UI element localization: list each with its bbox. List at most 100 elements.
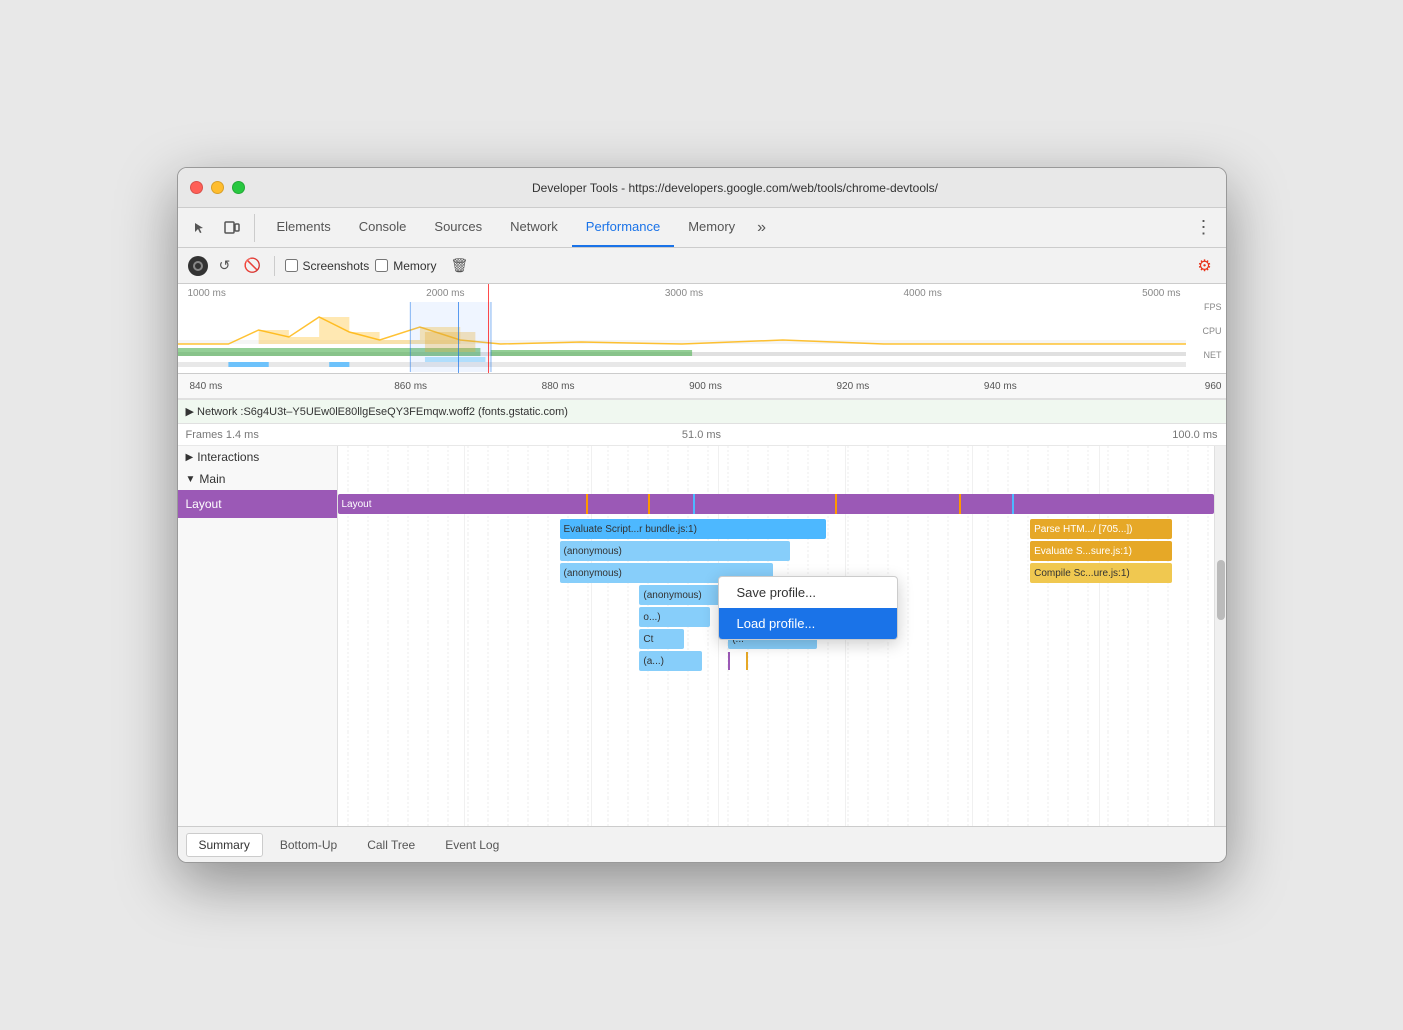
scrollbar-thumb[interactable] bbox=[1217, 560, 1225, 620]
ms-mark-960: 960 bbox=[1074, 381, 1225, 392]
screenshots-checkbox[interactable] bbox=[285, 259, 298, 272]
ms-mark-900: 900 ms bbox=[632, 381, 779, 392]
timeline-top-ruler: 1000 ms 2000 ms 3000 ms 4000 ms 5000 ms bbox=[188, 284, 1181, 302]
record-button[interactable] bbox=[188, 256, 208, 276]
frames-center: 51.0 ms bbox=[444, 429, 960, 441]
layout-tick-6 bbox=[1012, 494, 1014, 514]
cursor-icon[interactable] bbox=[186, 214, 214, 242]
main-label: Main bbox=[199, 472, 225, 486]
flame-row-7: (a...) bbox=[338, 650, 1226, 672]
fps-label: FPS bbox=[1188, 302, 1222, 312]
tab-event-log[interactable]: Event Log bbox=[432, 833, 512, 857]
interactions-spacer bbox=[338, 446, 1226, 468]
network-row-text: ▶ Network :S6g4U3t–Y5UEw0lE80llgEseQY3FE… bbox=[186, 405, 568, 418]
ruler-mark-1: 1000 ms bbox=[188, 288, 226, 299]
timeline-overview[interactable]: 1000 ms 2000 ms 3000 ms 4000 ms 5000 ms … bbox=[178, 284, 1226, 374]
tab-performance[interactable]: Performance bbox=[572, 208, 674, 247]
load-profile-item[interactable]: Load profile... bbox=[719, 608, 897, 639]
tab-icon-group bbox=[186, 214, 255, 242]
interactions-label: Interactions bbox=[197, 450, 259, 464]
layout-label: Layout bbox=[186, 497, 222, 511]
ruler-mark-2: 2000 ms bbox=[426, 288, 464, 299]
blue-marker-line bbox=[458, 302, 459, 373]
interactions-row[interactable]: ▶ Interactions bbox=[178, 446, 337, 468]
titlebar: Developer Tools - https://developers.goo… bbox=[178, 168, 1226, 208]
fullscreen-button[interactable] bbox=[232, 181, 245, 194]
o-block[interactable]: o...) bbox=[639, 607, 710, 627]
tab-network[interactable]: Network bbox=[496, 208, 572, 247]
evaluate-script-block[interactable]: Evaluate Script...r bundle.js:1) bbox=[560, 519, 826, 539]
cpu-label: CPU bbox=[1188, 326, 1222, 336]
main-scrollbar[interactable] bbox=[1214, 446, 1226, 826]
tab-sources[interactable]: Sources bbox=[420, 208, 496, 247]
tab-console[interactable]: Console bbox=[345, 208, 421, 247]
close-button[interactable] bbox=[190, 181, 203, 194]
ms-mark-860: 860 ms bbox=[337, 381, 484, 392]
memory-checkbox-label[interactable]: Memory bbox=[375, 259, 436, 273]
tab-memory[interactable]: Memory bbox=[674, 208, 749, 247]
ms-mark-880: 880 ms bbox=[484, 381, 631, 392]
clear-button[interactable]: 🗑 bbox=[451, 257, 469, 274]
performance-controls: ↺ 🚫 Screenshots Memory 🗑 ⚙ bbox=[178, 248, 1226, 284]
layout-block[interactable]: Layout bbox=[338, 494, 1214, 514]
screenshots-label: Screenshots bbox=[303, 259, 370, 273]
tab-bottom-up[interactable]: Bottom-Up bbox=[267, 833, 350, 857]
bottom-tabs: Summary Bottom-Up Call Tree Event Log bbox=[178, 826, 1226, 862]
reload-record-button[interactable]: ↺ bbox=[214, 255, 236, 277]
minimap-chart bbox=[178, 302, 1186, 372]
ruler-mark-3: 3000 ms bbox=[665, 288, 703, 299]
timeline-main: Layout Evaluate Script...r bundle.js:1) … bbox=[338, 446, 1226, 826]
frames-right: 100.0 ms bbox=[960, 429, 1218, 441]
ruler-mark-5: 5000 ms bbox=[1142, 288, 1180, 299]
screenshots-checkbox-label[interactable]: Screenshots bbox=[285, 259, 370, 273]
tabs-more-button[interactable]: » bbox=[749, 219, 774, 237]
frames-left: Frames 1.4 ms bbox=[186, 429, 444, 441]
compile-sc-block[interactable]: Compile Sc...ure.js:1) bbox=[1030, 563, 1172, 583]
save-profile-item[interactable]: Save profile... bbox=[719, 577, 897, 608]
layout-tick-1 bbox=[586, 494, 588, 514]
tick-purple-2 bbox=[728, 652, 730, 670]
device-icon[interactable] bbox=[218, 214, 246, 242]
tab-summary[interactable]: Summary bbox=[186, 833, 263, 857]
tick-orange-1 bbox=[746, 652, 748, 670]
settings-button[interactable]: ⚙ bbox=[1194, 255, 1216, 277]
parse-htm-block[interactable]: Parse HTM.../ [705...]) bbox=[1030, 519, 1172, 539]
main-content: ▶ Interactions ▼ Main Layout bbox=[178, 446, 1226, 826]
red-marker-line bbox=[488, 284, 489, 373]
tab-call-tree[interactable]: Call Tree bbox=[354, 833, 428, 857]
interactions-arrow: ▶ bbox=[186, 452, 194, 463]
layout-row[interactable]: Layout bbox=[178, 490, 337, 518]
timeline-bottom-ruler: 840 ms 860 ms 880 ms 900 ms 920 ms 940 m… bbox=[178, 374, 1226, 400]
net-label: NET bbox=[1188, 350, 1222, 360]
ruler-mark-4: 4000 ms bbox=[903, 288, 941, 299]
tab-menu-button[interactable]: ⋮ bbox=[1190, 214, 1218, 242]
a-block[interactable]: (a...) bbox=[639, 651, 701, 671]
ms-mark-840: 840 ms bbox=[188, 381, 337, 392]
stop-button[interactable]: 🚫 bbox=[242, 255, 264, 277]
divider-1 bbox=[274, 256, 275, 276]
layout-tick-3 bbox=[693, 494, 695, 514]
window-title: Developer Tools - https://developers.goo… bbox=[257, 181, 1214, 195]
evaluate-s-block[interactable]: Evaluate S...sure.js:1) bbox=[1030, 541, 1172, 561]
ct-block[interactable]: Ct bbox=[639, 629, 683, 649]
flame-row-1: Evaluate Script...r bundle.js:1) Parse H… bbox=[338, 518, 1226, 540]
layout-timeline-row: Layout bbox=[338, 490, 1226, 518]
main-spacer bbox=[338, 468, 1226, 490]
frames-row: Frames 1.4 ms 51.0 ms 100.0 ms bbox=[178, 424, 1226, 446]
minimize-button[interactable] bbox=[211, 181, 224, 194]
left-sidebar: ▶ Interactions ▼ Main Layout bbox=[178, 446, 338, 826]
memory-label: Memory bbox=[393, 259, 436, 273]
flame-row-2: (anonymous) Evaluate S...sure.js:1) bbox=[338, 540, 1226, 562]
network-row[interactable]: ▶ Network :S6g4U3t–Y5UEw0lE80llgEseQY3FE… bbox=[178, 400, 1226, 424]
traffic-lights bbox=[190, 181, 245, 194]
devtools-window: Developer Tools - https://developers.goo… bbox=[177, 167, 1227, 863]
right-labels: FPS CPU NET bbox=[1188, 302, 1226, 360]
memory-checkbox[interactable] bbox=[375, 259, 388, 272]
main-arrow: ▼ bbox=[186, 474, 196, 485]
tab-elements[interactable]: Elements bbox=[263, 208, 345, 247]
tabs-list: Elements Console Sources Network Perform… bbox=[263, 208, 1190, 247]
ms-mark-940: 940 ms bbox=[927, 381, 1074, 392]
ms-ruler: 840 ms 860 ms 880 ms 900 ms 920 ms 940 m… bbox=[188, 381, 1226, 392]
main-row[interactable]: ▼ Main bbox=[178, 468, 337, 490]
anonymous-1-block[interactable]: (anonymous) bbox=[560, 541, 791, 561]
